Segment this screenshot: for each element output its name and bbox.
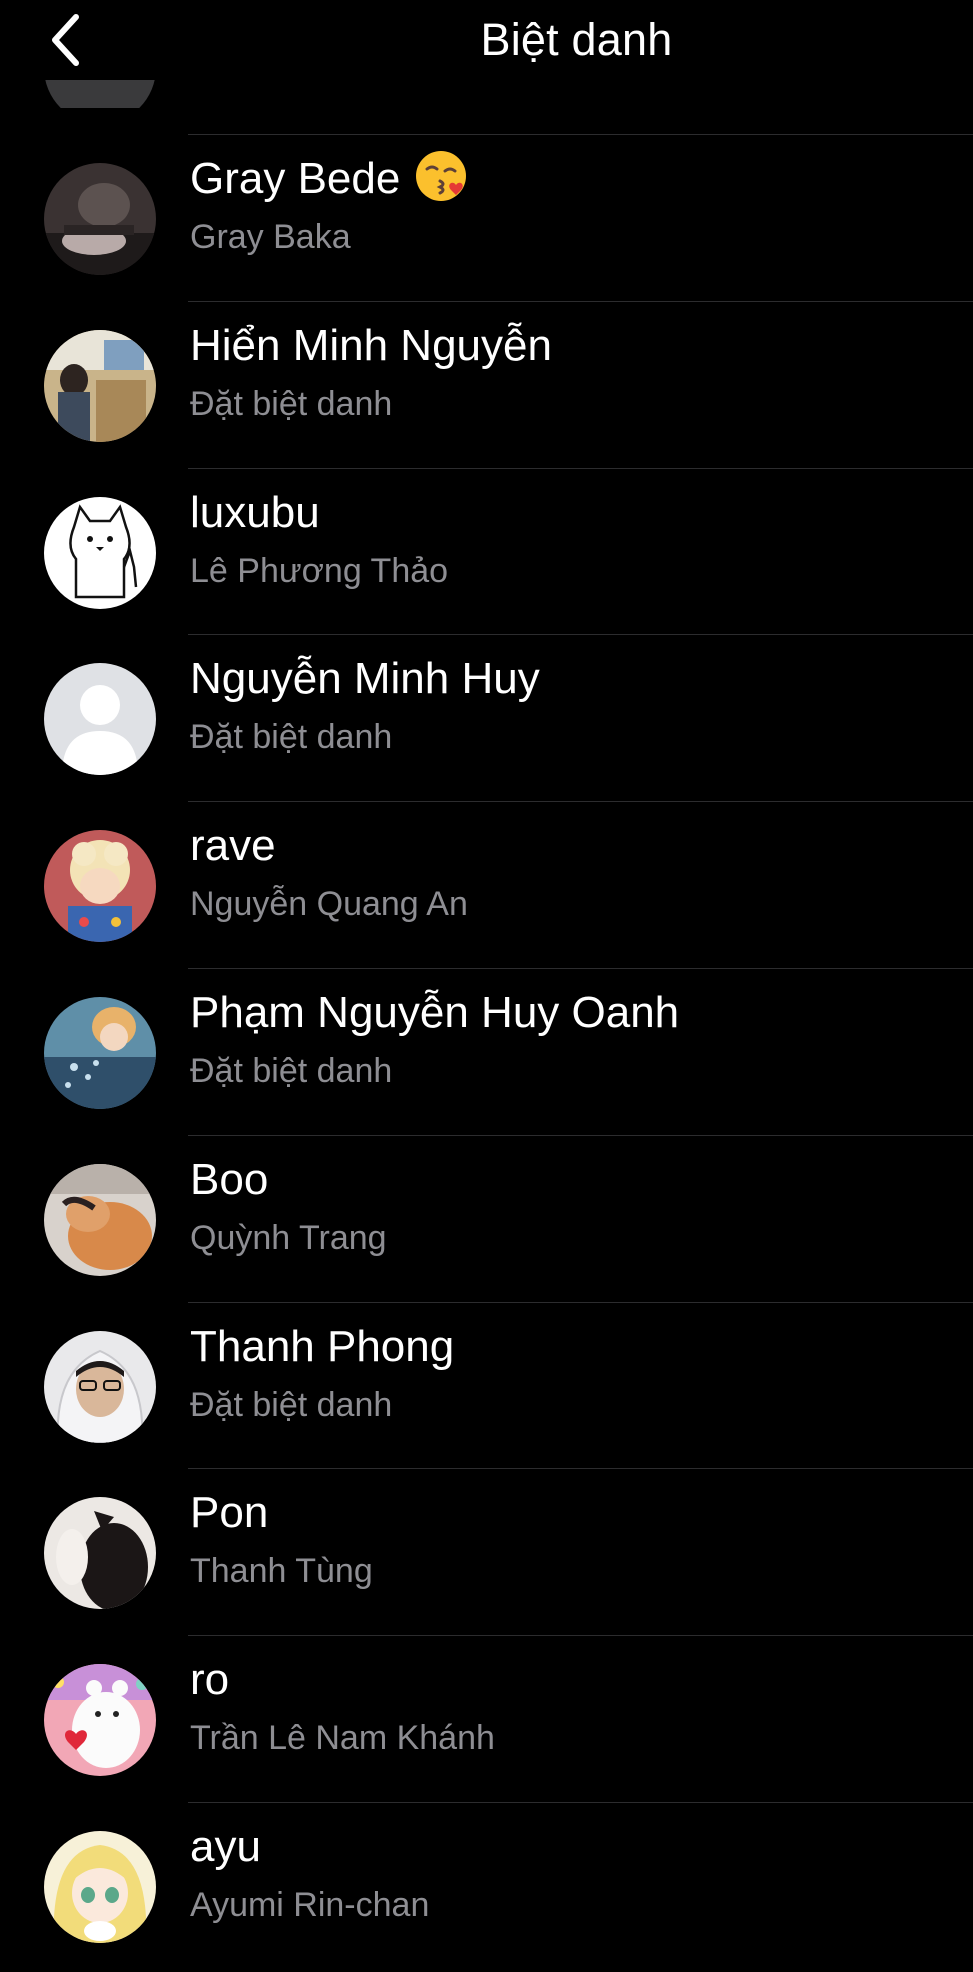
- avatar: [44, 1163, 156, 1276]
- avatar: [44, 996, 156, 1109]
- contact-nickname: Ayumi Rin-chan: [190, 1885, 430, 1924]
- default-person-icon: [44, 663, 156, 776]
- avatar: [44, 1830, 156, 1943]
- contact-nickname: Đặt biệt danh: [190, 1051, 393, 1090]
- contact-name: Boo: [190, 1154, 269, 1204]
- nickname-list: Gray Bede Gray Baka Hiển Minh Nguyễn Đặt…: [0, 135, 973, 1970]
- avatar: [44, 1664, 156, 1777]
- contact-nickname: Trần Lê Nam Khánh: [190, 1719, 495, 1758]
- avatar: [44, 830, 156, 943]
- avatar: [44, 496, 156, 609]
- list-item[interactable]: ro Trần Lê Nam Khánh: [0, 1636, 973, 1803]
- list-item[interactable]: Nguyễn Minh Huy Đặt biệt danh: [0, 635, 973, 803]
- contact-nickname: Đặt biệt danh: [190, 718, 393, 757]
- contact-nickname: Nguyễn Quang An: [190, 885, 468, 924]
- list-item[interactable]: Phạm Nguyễn Huy Oanh Đặt biệt danh: [0, 969, 973, 1136]
- kissing-face-emoji-icon: [416, 151, 467, 201]
- contact-name: Hiển Minh Nguyễn: [190, 320, 552, 370]
- list-item[interactable]: ayu Ayumi Rin-chan: [0, 1803, 973, 1970]
- contact-name: ro: [190, 1655, 230, 1705]
- avatar: [44, 1330, 156, 1443]
- contact-name: Thanh Phong: [190, 1321, 455, 1371]
- contact-nickname: Lê Phương Thảo: [190, 551, 449, 590]
- avatar: [44, 1497, 156, 1610]
- back-button[interactable]: [50, 8, 110, 72]
- list-item[interactable]: Pon Thanh Tùng: [0, 1469, 973, 1637]
- list-item[interactable]: Thanh Phong Đặt biệt danh: [0, 1303, 973, 1470]
- header: Biệt danh: [0, 0, 973, 80]
- contact-name: Nguyễn Minh Huy: [190, 654, 540, 704]
- avatar: [44, 329, 156, 442]
- list-item[interactable]: luxubu Lê Phương Thảo: [0, 469, 973, 636]
- list-item[interactable]: Gray Bede Gray Baka: [0, 135, 973, 302]
- avatar: [44, 663, 156, 776]
- contact-name: luxubu: [190, 487, 320, 537]
- chevron-left-icon: [52, 14, 79, 66]
- contact-name: Pon: [190, 1488, 269, 1538]
- list-item[interactable]: rave Nguyễn Quang An: [0, 802, 973, 969]
- contact-name: rave: [190, 821, 276, 871]
- contact-name: ayu: [190, 1821, 261, 1871]
- list-item[interactable]: Boo Quỳnh Trang: [0, 1136, 973, 1303]
- contact-nickname: Gray Baka: [190, 218, 351, 256]
- contact-nickname: Thanh Tùng: [190, 1552, 373, 1591]
- contact-name: Gray Bede: [190, 149, 468, 209]
- contact-nickname: Đặt biệt danh: [190, 1385, 393, 1424]
- page-title: Biệt danh: [480, 14, 673, 65]
- list-item[interactable]: Hiển Minh Nguyễn Đặt biệt danh: [0, 302, 973, 469]
- contact-nickname: Đặt biệt danh: [190, 384, 393, 423]
- contact-nickname: Quỳnh Trang: [190, 1218, 387, 1257]
- contact-name: Phạm Nguyễn Huy Oanh: [190, 987, 680, 1037]
- avatar: [44, 163, 156, 275]
